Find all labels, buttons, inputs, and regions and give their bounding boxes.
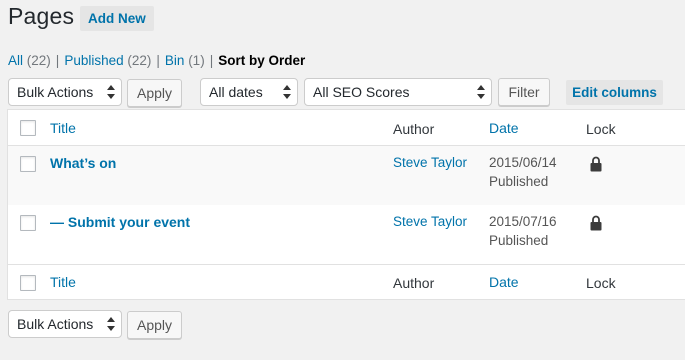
bulk-actions-value: Bulk Actions <box>17 84 94 100</box>
filter-all-count: (22) <box>26 53 51 68</box>
filter-button[interactable]: Filter <box>498 78 550 106</box>
filter-published-link[interactable]: Published (22) <box>64 53 151 68</box>
row-checkbox[interactable] <box>20 215 36 231</box>
filter-bin-count: (1) <box>188 53 205 68</box>
select-all-checkbox[interactable] <box>20 120 36 136</box>
apply-button[interactable]: Apply <box>127 79 182 107</box>
filter-all-link[interactable]: All (22) <box>8 53 51 68</box>
column-header-title[interactable]: Title <box>50 120 76 136</box>
date-value: 2015/07/16 <box>489 214 557 229</box>
edit-columns-button[interactable]: Edit columns <box>566 80 663 105</box>
column-header-author: Author <box>393 121 435 137</box>
select-arrows-icon <box>107 317 115 331</box>
lock-icon <box>590 215 602 231</box>
seo-score-select[interactable]: All SEO Scores <box>304 78 492 106</box>
status-filters: All (22) | Published (22) | Bin (1) | Sort by … <box>8 53 305 68</box>
date-filter-select[interactable]: All dates <box>200 78 298 106</box>
bulk-actions-select[interactable]: Bulk Actions <box>8 78 122 106</box>
column-header-lock: Lock <box>586 121 616 137</box>
footer-divider <box>8 264 685 265</box>
table-row: — Submit your event Steve Taylor 2015/07… <box>8 205 685 264</box>
column-footer-author: Author <box>393 275 435 291</box>
select-all-checkbox-footer[interactable] <box>20 275 36 291</box>
filter-published-count: (22) <box>127 53 152 68</box>
filter-all-label: All <box>8 53 24 68</box>
author-link[interactable]: Steve Taylor <box>393 214 467 229</box>
page-title: Pages <box>8 3 75 29</box>
seo-score-value: All SEO Scores <box>313 84 410 100</box>
author-link[interactable]: Steve Taylor <box>393 155 467 170</box>
filter-separator: | <box>209 53 214 68</box>
bulk-actions-value: Bulk Actions <box>17 316 94 332</box>
column-footer-title[interactable]: Title <box>50 274 76 290</box>
sort-by-order-link[interactable]: Sort by Order <box>218 53 305 68</box>
filter-separator: | <box>156 53 160 68</box>
select-arrows-icon <box>107 85 115 99</box>
apply-button-bottom[interactable]: Apply <box>127 311 182 339</box>
lock-icon <box>590 156 602 172</box>
add-new-button[interactable]: Add New <box>80 6 154 31</box>
filter-bin-label: Bin <box>164 53 185 68</box>
column-footer-date[interactable]: Date <box>489 274 519 290</box>
row-checkbox[interactable] <box>20 156 36 172</box>
status-value: Published <box>489 233 549 248</box>
pages-table: Title Author Date Lock What’s on Steve T… <box>7 109 685 300</box>
date-filter-value: All dates <box>209 84 263 100</box>
select-arrows-icon <box>477 85 485 99</box>
bulk-actions-select-bottom[interactable]: Bulk Actions <box>8 310 122 338</box>
filter-separator: | <box>55 53 60 68</box>
table-row: What’s on Steve Taylor 2015/06/14 Publis… <box>8 146 685 205</box>
column-header-date[interactable]: Date <box>489 120 519 136</box>
page-title-link[interactable]: What’s on <box>50 155 116 171</box>
column-footer-lock: Lock <box>586 275 616 291</box>
select-arrows-icon <box>283 85 291 99</box>
filter-bin-link[interactable]: Bin (1) <box>165 53 205 68</box>
page-title-link[interactable]: — Submit your event <box>50 214 190 230</box>
status-value: Published <box>489 174 549 189</box>
filter-published-label: Published <box>64 53 124 68</box>
date-value: 2015/06/14 <box>489 155 557 170</box>
